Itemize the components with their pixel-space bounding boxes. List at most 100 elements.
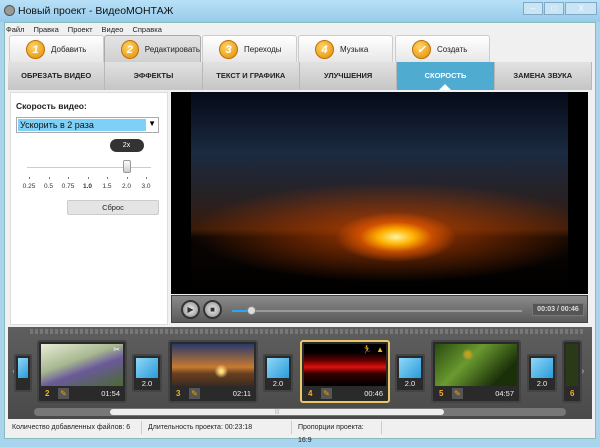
clip-number: 4 — [308, 389, 313, 398]
subtab-text-graphics[interactable]: ТЕКСТ И ГРАФИКА — [203, 62, 300, 90]
clip-item-selected[interactable]: 🏃 ▲ 4 ✎ 00:46 — [300, 340, 390, 403]
clip-duration: 04:57 — [495, 389, 514, 398]
speed-runner-icon: 🏃 — [362, 345, 372, 354]
clip-number: 3 — [176, 389, 181, 398]
slider-tick-label: 0.75 — [61, 183, 75, 190]
transition-icon — [531, 358, 553, 378]
step-number-icon: 2 — [121, 40, 139, 59]
slider-tick-label: 0.25 — [22, 183, 36, 190]
menu-bar: Файл Правка Проект Видео Справка — [6, 25, 162, 34]
speed-select-value: Ускорить в 2 раза — [18, 119, 146, 131]
transition-icon — [267, 358, 289, 378]
slider-tick-label: 3.0 — [141, 183, 151, 190]
menu-file[interactable]: Файл — [6, 25, 24, 34]
edit-pencil-icon[interactable]: ✎ — [452, 388, 463, 399]
speed-select[interactable]: Ускорить в 2 раза ▼ — [16, 117, 159, 133]
clip-thumbnail — [304, 344, 386, 386]
transition-item[interactable]: 2.0 — [527, 354, 557, 392]
clip-item[interactable]: 3 ✎ 02:11 — [168, 340, 258, 403]
clip-item[interactable]: 5 ✎ 04:57 — [431, 340, 521, 403]
transition-item[interactable]: 2.0 — [395, 354, 425, 392]
clip-item[interactable]: 6 — [562, 340, 582, 403]
close-button[interactable]: X — [565, 2, 597, 15]
film-perforation — [30, 329, 585, 334]
clip-duration: 00:46 — [364, 389, 383, 398]
player-controls: ▶ ■ 00:03 / 00:46 — [171, 295, 588, 323]
minimize-button[interactable]: – — [523, 2, 543, 15]
step-label: Редактировать — [144, 45, 200, 54]
reset-button[interactable]: Сброс — [67, 200, 159, 215]
step-label: Добавить — [51, 45, 87, 54]
step-tab-add[interactable]: 1 Добавить — [9, 35, 104, 63]
maximize-button[interactable]: □ — [544, 2, 564, 15]
transition-icon — [18, 358, 28, 378]
seek-bar[interactable] — [232, 306, 522, 315]
transition-item[interactable]: 2.0 — [132, 354, 162, 392]
step-label: Создать — [437, 45, 468, 54]
clip-thumbnail — [435, 344, 517, 386]
subtab-speed[interactable]: СКОРОСТЬ — [397, 62, 495, 90]
transition-item[interactable]: 2.0 — [263, 354, 293, 392]
edit-pencil-icon[interactable]: ✎ — [189, 388, 200, 399]
slider-tick — [126, 177, 128, 179]
status-aspect-ratio: Пропорции проекта: 16:9 — [292, 421, 382, 444]
speed-slider-thumb[interactable] — [122, 160, 131, 173]
step-tab-transitions[interactable]: 3 Переходы — [202, 35, 297, 63]
transition-icon — [136, 358, 158, 378]
slider-tick — [146, 177, 147, 179]
storyboard-scrollbar[interactable]: ||| — [34, 408, 566, 416]
slider-tick — [107, 177, 108, 179]
menu-project[interactable]: Проект — [68, 25, 93, 34]
step-tab-music[interactable]: 4 Музыка — [298, 35, 393, 63]
status-duration: Длительность проекта: 00:23:18 — [142, 421, 292, 434]
step-number-icon: 4 — [315, 40, 334, 59]
subtab-replace-audio[interactable]: ЗАМЕНА ЗВУКА — [495, 62, 592, 90]
transition-item[interactable] — [14, 354, 32, 392]
slider-tick — [87, 177, 89, 179]
status-bar: Количество добавленных файлов: 6 Длитель… — [6, 421, 594, 444]
speed-slider-track[interactable] — [27, 167, 151, 168]
clip-duration: 01:54 — [101, 389, 120, 398]
transition-duration: 2.0 — [536, 379, 548, 388]
subtab-enhancements[interactable]: УЛУЧШЕНИЯ — [300, 62, 398, 90]
time-display: 00:03 / 00:46 — [532, 303, 584, 316]
step-tab-create[interactable]: ✓ Создать — [395, 35, 490, 63]
scrollbar-thumb[interactable]: ||| — [110, 409, 444, 415]
subtab-effects[interactable]: ЭФФЕКТЫ — [105, 62, 203, 90]
slider-tick-label: 1.0 — [82, 183, 93, 190]
step-number-icon: 3 — [219, 40, 238, 59]
transition-icon — [399, 358, 421, 378]
clip-item[interactable]: ✂ 2 ✎ 01:54 — [37, 340, 127, 403]
step-label: Музыка — [340, 45, 369, 54]
slider-tick-label: 2.0 — [121, 183, 132, 190]
menu-help[interactable]: Справка — [132, 25, 161, 34]
slider-tick — [48, 177, 50, 179]
slider-tick-label: 0.5 — [43, 183, 54, 190]
scissors-icon: ✂ — [113, 345, 120, 354]
transition-duration: 2.0 — [404, 379, 416, 388]
clip-number: 2 — [45, 389, 50, 398]
edit-subtabs: ОБРЕЗАТЬ ВИДЕО ЭФФЕКТЫ ТЕКСТ И ГРАФИКА У… — [8, 62, 592, 90]
edit-pencil-icon[interactable]: ✎ — [58, 388, 69, 399]
dropdown-arrow-icon[interactable]: ▼ — [148, 119, 156, 128]
clip-thumbnail — [41, 344, 123, 386]
clip-number: 6 — [570, 389, 575, 398]
transition-duration: 2.0 — [272, 379, 284, 388]
slider-tick-label: 1.5 — [102, 183, 112, 190]
clip-thumbnail — [172, 344, 254, 386]
menu-edit[interactable]: Правка — [33, 25, 58, 34]
play-button[interactable]: ▶ — [181, 300, 200, 319]
clip-duration: 02:11 — [232, 389, 251, 398]
subtab-trim[interactable]: ОБРЕЗАТЬ ВИДЕО — [8, 62, 106, 90]
clip-number: 5 — [439, 389, 444, 398]
stop-button[interactable]: ■ — [203, 300, 222, 319]
enhance-icon: ▲ — [376, 345, 384, 354]
speed-tooltip: 2x — [109, 139, 144, 152]
step-number-icon: 1 — [26, 40, 45, 59]
menu-video[interactable]: Видео — [102, 25, 124, 34]
step-tab-edit[interactable]: 2 Редактировать — [104, 35, 201, 63]
edit-pencil-icon[interactable]: ✎ — [321, 388, 332, 399]
app-icon — [4, 5, 15, 16]
window-title: Новый проект - ВидеоМОНТАЖ — [18, 5, 174, 17]
seek-thumb[interactable] — [246, 306, 256, 315]
